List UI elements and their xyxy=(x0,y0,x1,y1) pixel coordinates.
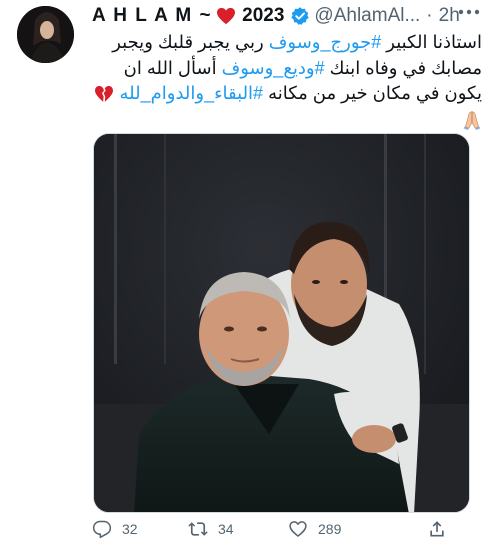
retweet-count: 34 xyxy=(218,521,234,537)
text-segment: ربي يجبر قلبك ويجبر xyxy=(112,32,269,52)
tweet[interactable]: A H L A M ~ 2023 @AhlamAl... · 2h استاذن… xyxy=(0,0,494,550)
retweet-button[interactable]: 34 xyxy=(188,519,234,539)
hashtag-link[interactable]: #البقاء_والدوام_لله xyxy=(120,83,264,103)
hashtag-link[interactable]: #جورج_وسوف xyxy=(269,32,382,52)
broken-heart-icon xyxy=(95,86,114,103)
like-icon xyxy=(289,521,307,537)
folded-hands-icon xyxy=(463,110,481,130)
reply-button[interactable]: 32 xyxy=(92,519,138,539)
handle[interactable]: @AhlamAl... xyxy=(314,5,420,27)
photo-two-men xyxy=(94,134,469,512)
text-segment: مصابك في وفاه ابنك xyxy=(324,57,482,78)
tweet-text-line-2: مصابك في وفاه ابنك #وديع_وسوف أسأل الله … xyxy=(92,56,482,82)
text-segment: استاذنا الكبير xyxy=(381,32,482,52)
reply-icon xyxy=(92,520,112,539)
tweet-text: استاذنا الكبير #جورج_وسوف ربي يجبر قلبك … xyxy=(92,30,482,132)
separator-dot: · xyxy=(426,5,433,26)
share-button[interactable] xyxy=(427,519,457,539)
like-count: 289 xyxy=(318,521,342,537)
share-icon xyxy=(430,521,444,537)
display-name-year: 2023 xyxy=(242,5,285,26)
tweet-header: A H L A M ~ 2023 @AhlamAl... · 2h xyxy=(92,4,460,28)
display-name[interactable]: A H L A M ~ xyxy=(92,5,212,27)
tweet-text-line-1: استاذنا الكبير #جورج_وسوف ربي يجبر قلبك … xyxy=(92,30,482,56)
text-segment: أسأل الله ان xyxy=(123,57,222,78)
tweet-actions: 32 34 289 xyxy=(92,519,482,547)
reply-count: 32 xyxy=(122,521,138,537)
retweet-icon xyxy=(188,522,208,536)
tweet-text-line-4 xyxy=(92,107,482,133)
timestamp[interactable]: 2h xyxy=(439,5,460,27)
tweet-text-line-3: يكون في مكان خير من مكانه #البقاء_والدوا… xyxy=(92,81,482,107)
like-button[interactable]: 289 xyxy=(288,519,341,539)
text-segment: يكون في مكان خير من مكانه xyxy=(263,83,482,103)
avatar[interactable] xyxy=(17,6,74,63)
verified-badge-icon xyxy=(291,7,310,25)
hashtag-link[interactable]: #وديع_وسوف xyxy=(222,58,325,78)
more-options-icon[interactable] xyxy=(458,9,480,15)
tweet-photo[interactable] xyxy=(93,133,470,513)
red-heart-icon xyxy=(217,7,236,25)
